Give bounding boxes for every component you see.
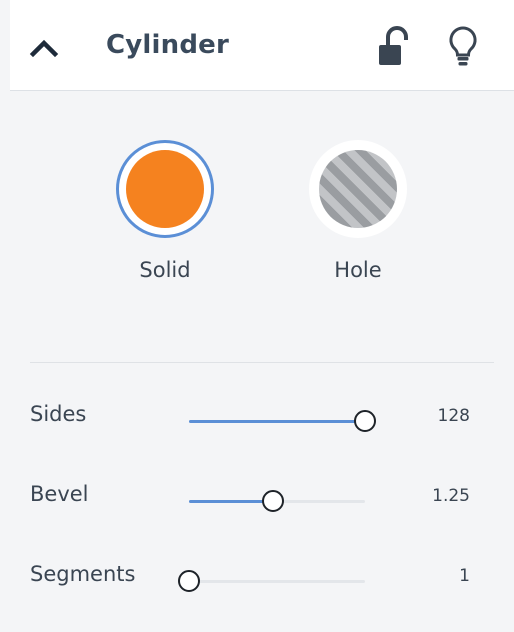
bevel-slider-fill: [189, 500, 274, 503]
segments-slider-row: Segments 1: [10, 562, 514, 602]
chevron-up-icon: [29, 39, 59, 58]
sides-slider[interactable]: [189, 410, 376, 432]
sides-slider-thumb[interactable]: [354, 410, 376, 432]
unlock-icon: [379, 26, 408, 65]
sides-label: Sides: [30, 402, 87, 426]
panel-header: Cylinder: [10, 0, 514, 91]
bevel-slider-row: Bevel 1.25: [10, 482, 514, 522]
segments-slider-thumb[interactable]: [178, 570, 200, 592]
shape-properties-panel: Cylinder Solid Hole Sides 128 Bevel 1.25…: [10, 0, 514, 632]
hole-swatch: [319, 150, 397, 228]
solid-swatch-ring: [116, 140, 214, 238]
sides-value: 128: [437, 406, 470, 426]
collapse-button[interactable]: [26, 30, 62, 66]
lightbulb-icon: [449, 26, 477, 66]
bevel-slider-thumb[interactable]: [262, 490, 285, 512]
panel-title: Cylinder: [106, 30, 230, 60]
solid-label: Solid: [139, 258, 191, 282]
bevel-value: 1.25: [432, 486, 470, 506]
hole-swatch-ring: [309, 140, 407, 238]
sides-slider-fill: [189, 420, 365, 423]
solid-option[interactable]: Solid: [110, 140, 220, 282]
lightbulb-button[interactable]: [446, 24, 480, 68]
bevel-label: Bevel: [30, 482, 89, 506]
hole-label: Hole: [334, 258, 382, 282]
bevel-slider[interactable]: [189, 490, 365, 512]
segments-slider[interactable]: [178, 570, 365, 592]
solid-swatch: [126, 150, 204, 228]
section-divider: [30, 362, 494, 363]
segments-label: Segments: [30, 562, 136, 586]
hole-option[interactable]: Hole: [303, 140, 413, 282]
lock-toggle-button[interactable]: [376, 26, 410, 68]
sides-slider-row: Sides 128: [10, 402, 514, 442]
segments-value: 1: [459, 566, 470, 586]
